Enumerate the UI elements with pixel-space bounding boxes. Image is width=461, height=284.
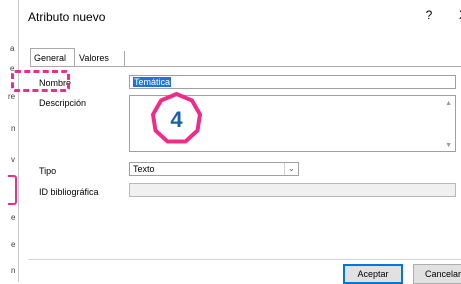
aceptar-button[interactable]: Aceptar (343, 264, 403, 284)
step-number: 4 (170, 107, 183, 132)
nombre-input[interactable]: Temática (129, 75, 456, 89)
strip-text: n (11, 124, 16, 133)
nombre-value: Temática (133, 77, 172, 87)
id-bibliografica-label: ID bibliográfica (39, 187, 99, 197)
strip-text: re (8, 92, 16, 101)
tipo-label: Tipo (39, 166, 57, 176)
strip-highlight-bracket (8, 175, 17, 205)
help-icon[interactable]: ? (421, 8, 437, 22)
tab-valores-label: Valores (79, 53, 109, 63)
strip-text: e (11, 240, 16, 249)
id-bibliografica-input[interactable] (129, 183, 456, 197)
tipo-value: Texto (133, 164, 155, 174)
step-badge: 4 (151, 92, 202, 144)
background-document-strip: a e re n v e e n (0, 0, 18, 282)
strip-text: e (11, 213, 16, 222)
tab-general[interactable]: General (30, 48, 75, 67)
tipo-select[interactable]: Texto ⌄ (129, 162, 299, 176)
dialog-title: Atributo nuevo (28, 10, 106, 24)
strip-text: n (11, 266, 16, 275)
tab-general-label: General (34, 53, 67, 63)
close-icon[interactable]: X (455, 8, 461, 22)
scroll-up-icon[interactable]: ▲ (445, 100, 452, 107)
cancelar-button[interactable]: Cancelar (413, 264, 461, 284)
scroll-down-icon[interactable]: ▼ (445, 142, 452, 149)
strip-text: a (10, 44, 15, 53)
tab-valores[interactable]: Valores (76, 51, 125, 67)
descripcion-label: Descripción (39, 98, 87, 108)
chevron-down-icon[interactable]: ⌄ (284, 163, 298, 175)
annotation-highlight-nombre (11, 70, 70, 92)
new-attribute-dialog: Atributo nuevo ? X General Valores Nombr… (18, 0, 461, 284)
strip-text: v (11, 155, 15, 164)
footer-divider (28, 259, 461, 260)
title-bar: Atributo nuevo ? X (19, 0, 461, 30)
